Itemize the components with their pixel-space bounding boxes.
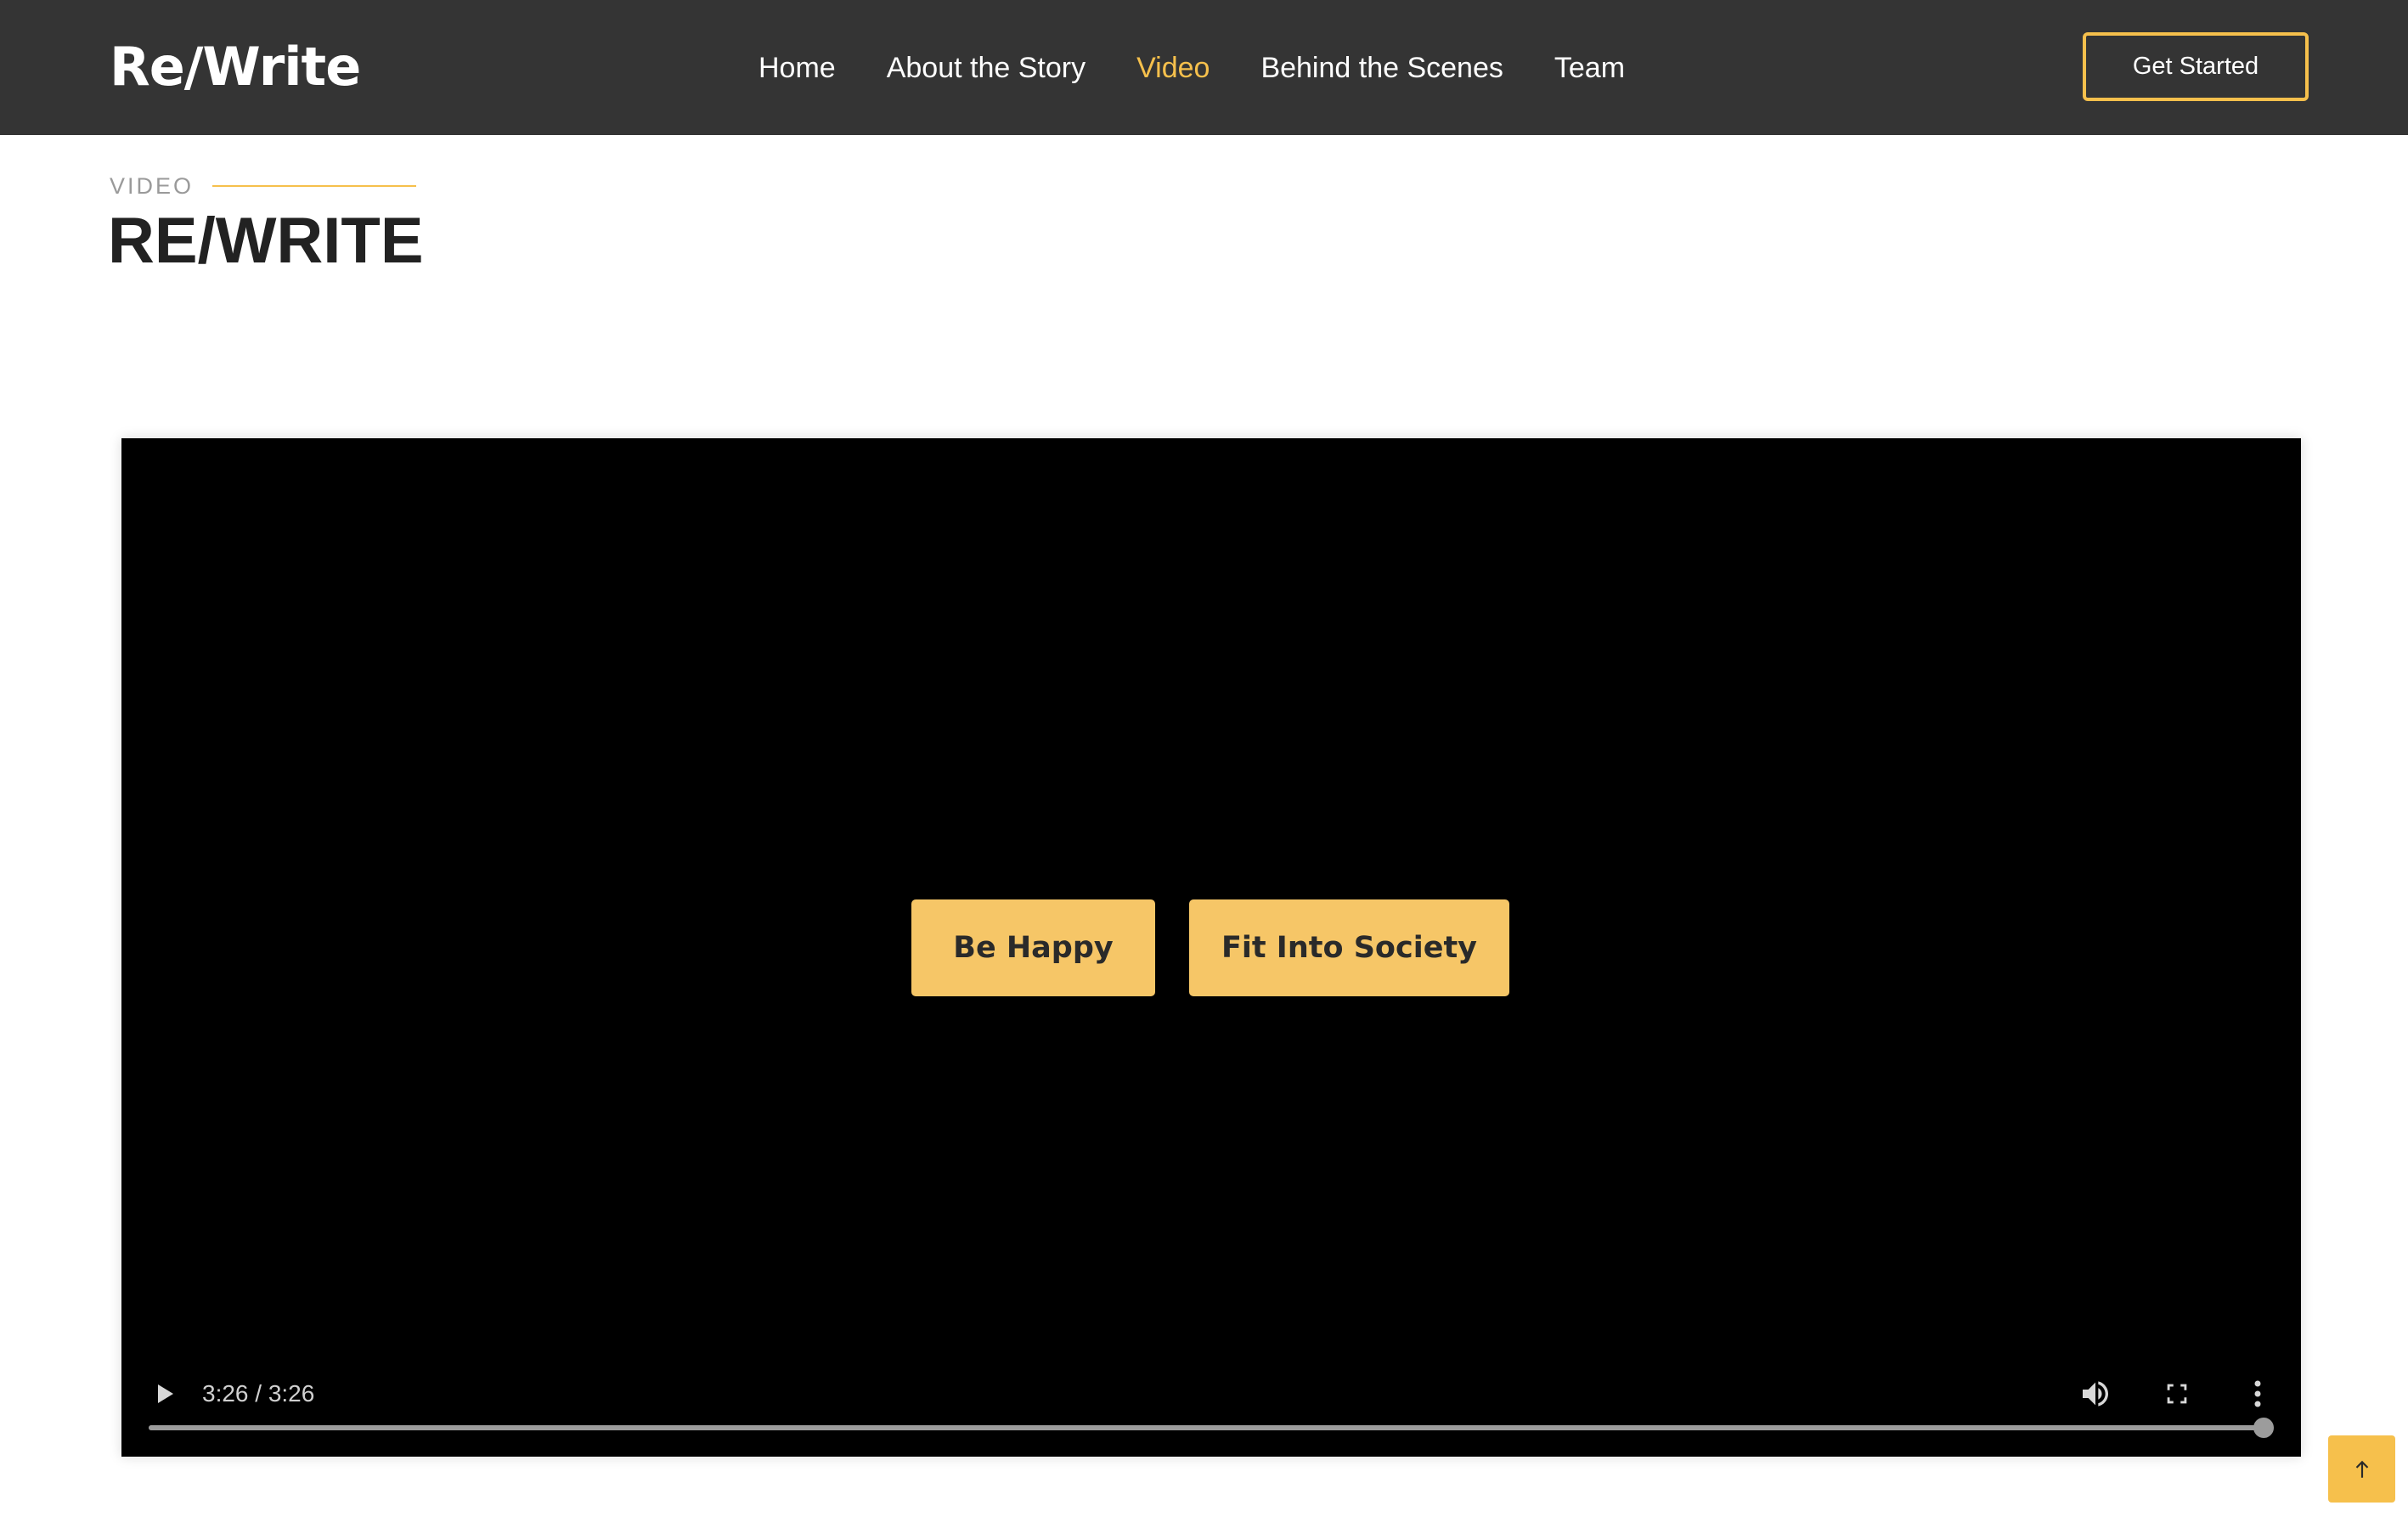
progress-thumb[interactable] [2253, 1418, 2274, 1438]
video-controls: 3:26 / 3:26 [121, 1338, 2301, 1457]
nav-item-video[interactable]: Video [1136, 52, 1210, 85]
main-nav: Home About the Story Video Behind the Sc… [758, 43, 1625, 93]
time-display: 3:26 / 3:26 [202, 1380, 315, 1407]
page-title: RE/WRITE [108, 205, 424, 277]
fullscreen-button[interactable] [2158, 1375, 2196, 1412]
choice-fit-into-society-button[interactable]: Fit Into Society [1189, 899, 1509, 996]
more-options-button[interactable] [2239, 1375, 2276, 1412]
site-header: Re/Write Home About the Story Video Behi… [0, 0, 2408, 135]
arrow-up-icon [2355, 1460, 2368, 1478]
nav-item-home[interactable]: Home [758, 52, 836, 85]
progress-bar[interactable] [149, 1418, 2274, 1438]
play-icon [158, 1384, 173, 1403]
play-button[interactable] [147, 1375, 184, 1412]
choice-be-happy-button[interactable]: Be Happy [911, 899, 1155, 996]
site-logo[interactable]: Re/Write [110, 29, 361, 105]
nav-item-team[interactable]: Team [1554, 52, 1625, 85]
volume-icon [2083, 1381, 2108, 1407]
volume-button[interactable] [2077, 1375, 2114, 1412]
fullscreen-icon [2167, 1384, 2187, 1404]
section-label-divider [212, 185, 417, 187]
video-player[interactable]: Be Happy Fit Into Society 3:26 / 3:26 [121, 438, 2301, 1457]
nav-item-behind-the-scenes[interactable]: Behind the Scenes [1260, 52, 1503, 85]
video-choice-group: Be Happy Fit Into Society [911, 899, 1509, 996]
scroll-to-top-button[interactable] [2328, 1435, 2395, 1503]
get-started-button[interactable]: Get Started [2083, 32, 2309, 101]
section-label: VIDEO [110, 169, 417, 203]
section-label-text: VIDEO [110, 172, 195, 199]
progress-fill [149, 1425, 2264, 1430]
more-vertical-icon [2254, 1380, 2261, 1407]
nav-item-about-the-story[interactable]: About the Story [887, 52, 1086, 85]
